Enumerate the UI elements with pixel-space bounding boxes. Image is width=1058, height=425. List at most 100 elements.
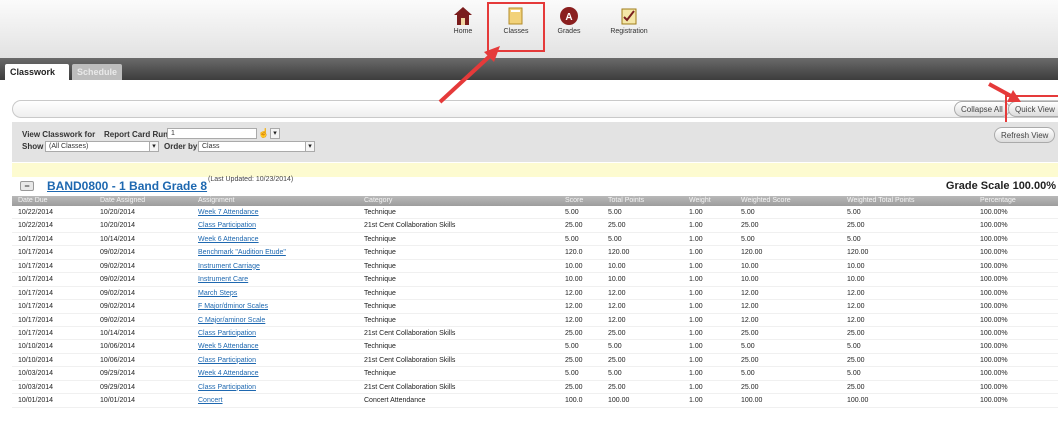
assignment-link[interactable]: Week 5 Attendance: [198, 343, 259, 350]
report-card-select[interactable]: 1: [167, 128, 257, 139]
order-by-dropdown-icon[interactable]: ▾: [305, 141, 315, 152]
table-cell: 100.00%: [980, 370, 1008, 378]
table-cell: 100.00%: [980, 262, 1008, 270]
table-cell: 21st Cent Collaboration Skills: [364, 329, 456, 337]
table-cell: 12.00: [847, 289, 865, 297]
table-cell: 5.00: [565, 370, 579, 378]
table-cell: 25.00: [741, 356, 759, 364]
table-cell: 1.00: [689, 383, 703, 391]
table-cell: 09/02/2014: [100, 249, 136, 257]
table-cell: 1.00: [689, 262, 703, 270]
show-dropdown-icon[interactable]: ▾: [149, 141, 159, 152]
tab-schedule[interactable]: Schedule: [72, 64, 122, 80]
table-cell: 10/10/2014: [18, 343, 54, 351]
column-header[interactable]: Date Assigned: [100, 197, 145, 204]
column-header[interactable]: Assignment: [198, 197, 235, 204]
assignment-link[interactable]: Instrument Carriage: [198, 263, 260, 270]
order-by-select[interactable]: Class: [198, 141, 306, 152]
table-cell: 25.00: [847, 222, 865, 230]
table-cell: 100.00%: [980, 209, 1008, 216]
column-header[interactable]: Weighted Score: [741, 197, 791, 204]
table-cell: 10.00: [741, 262, 759, 270]
table-cell: 100.00%: [980, 235, 1008, 243]
table-cell: 10/06/2014: [100, 343, 136, 351]
table-cell: 25.00: [741, 383, 759, 391]
nav-home[interactable]: Home: [438, 6, 488, 35]
assignment-link[interactable]: Week 4 Attendance: [198, 370, 259, 377]
column-header[interactable]: Weight: [689, 197, 711, 204]
assignment-link[interactable]: Class Participation: [198, 384, 256, 391]
table-cell: Technique: [364, 343, 396, 351]
annotation-arrow-quick-view: [988, 82, 1021, 102]
table-cell: 25.00: [741, 329, 759, 337]
nav-registration[interactable]: Registration: [604, 6, 654, 35]
table-cell: 10.00: [608, 276, 626, 284]
assignment-link[interactable]: Concert: [198, 397, 223, 404]
table-cell: 1.00: [689, 316, 703, 324]
table-cell: 21st Cent Collaboration Skills: [364, 222, 456, 230]
table-cell: 5.00: [608, 235, 622, 243]
registration-icon: [621, 8, 637, 25]
column-header[interactable]: Date Due: [18, 197, 48, 204]
table-cell: 21st Cent Collaboration Skills: [364, 356, 456, 364]
table-row: 10/17/2014 10/14/2014 Class Participation 2…: [12, 327, 1058, 341]
table-row: 10/17/2014 10/14/2014 Week 6 Attendance Tec…: [12, 233, 1058, 247]
assignment-link[interactable]: F Major/dminor Scales: [198, 303, 268, 310]
table-cell: 10/20/2014: [100, 209, 136, 216]
report-card-dropdown-icon[interactable]: ▾: [270, 128, 280, 139]
column-header[interactable]: Category: [364, 197, 392, 204]
refresh-view-button[interactable]: Refresh View: [994, 127, 1056, 143]
table-cell: 10/20/2014: [100, 222, 136, 230]
table-cell: 21st Cent Collaboration Skills: [364, 383, 456, 391]
filter-panel: View Classwork for Report Card Run 1 ☝ ▾…: [12, 122, 1058, 162]
table-cell: 09/02/2014: [100, 276, 136, 284]
table-cell: 5.00: [608, 343, 622, 351]
report-card-label: Report Card Run: [104, 130, 168, 139]
table-cell: 10/22/2014: [18, 222, 54, 230]
table-cell: 09/29/2014: [100, 383, 136, 391]
table-cell: 12.00: [608, 316, 626, 324]
nav-grades[interactable]: A Grades: [544, 6, 594, 35]
table-cell: 10/17/2014: [18, 316, 54, 324]
order-by-label: Order by: [164, 142, 198, 151]
table-cell: 12.00: [565, 316, 583, 324]
table-cell: Technique: [364, 370, 396, 378]
assignment-link[interactable]: Week 7 Attendance: [198, 209, 259, 216]
assignment-link[interactable]: Instrument Care: [198, 276, 248, 283]
collapse-class-button[interactable]: −: [20, 181, 34, 191]
table-cell: Technique: [364, 209, 396, 216]
assignment-link[interactable]: C Major/aminor Scale: [198, 317, 265, 324]
assignment-link[interactable]: March Steps: [198, 290, 237, 297]
table-cell: 12.00: [847, 303, 865, 311]
table-cell: 1.00: [689, 343, 703, 351]
column-header[interactable]: Percentage: [980, 197, 1016, 204]
assignment-link[interactable]: Class Participation: [198, 357, 256, 364]
class-title-link[interactable]: BAND0800 - 1 Band Grade 8: [47, 179, 207, 193]
show-select[interactable]: (All Classes): [45, 141, 150, 152]
table-cell: 120.00: [847, 249, 869, 257]
table-cell: 10/14/2014: [100, 235, 136, 243]
column-header[interactable]: Weighted Total Points: [847, 197, 914, 204]
table-cell: Technique: [364, 276, 396, 284]
show-label: Show: [22, 142, 44, 151]
assignment-link[interactable]: Class Participation: [198, 330, 256, 337]
table-cell: Concert Attendance: [364, 397, 426, 405]
table-row: 10/10/2014 10/06/2014 Week 5 Attendance Tec…: [12, 340, 1058, 354]
table-cell: 5.00: [741, 370, 755, 378]
table-cell: 10/14/2014: [100, 329, 136, 337]
table-cell: Technique: [364, 249, 396, 257]
assignment-link[interactable]: Benchmark "Audition Etude": [198, 249, 286, 256]
classwork-table: Date Due Date Assigned Assignment Category S…: [12, 196, 1058, 408]
column-header[interactable]: Score: [565, 197, 583, 204]
table-cell: 100.00%: [980, 316, 1008, 324]
last-updated-text: (Last Updated: 10/23/2014): [208, 176, 294, 183]
assignment-link[interactable]: Week 6 Attendance: [198, 236, 259, 243]
column-header[interactable]: Total Points: [608, 197, 644, 204]
table-cell: 10/17/2014: [18, 303, 54, 311]
table-cell: 10/17/2014: [18, 235, 54, 243]
table-cell: 12.00: [608, 289, 626, 297]
tab-classwork[interactable]: Classwork: [5, 64, 69, 80]
table-cell: 09/02/2014: [100, 316, 136, 324]
assignment-link[interactable]: Class Participation: [198, 222, 256, 229]
table-cell: 100.00%: [980, 276, 1008, 284]
